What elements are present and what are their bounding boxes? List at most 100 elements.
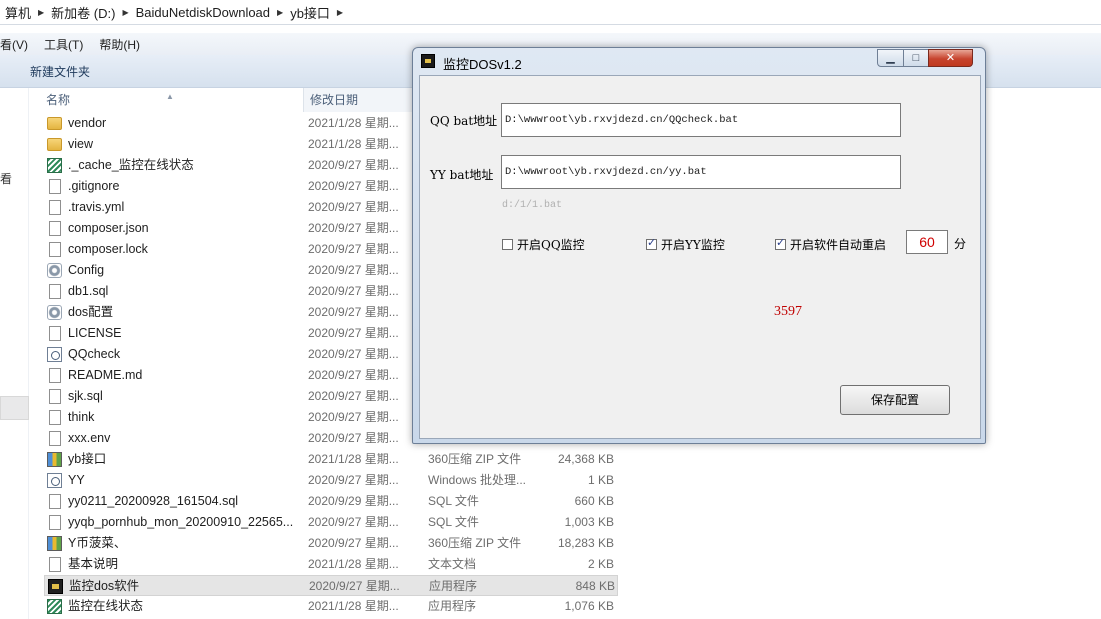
menu-tools[interactable]: 工具(T)	[36, 36, 91, 53]
file-row[interactable]: YY 2020/9/27 星期... Windows 批处理... 1 KB	[44, 470, 618, 491]
menu-help[interactable]: 帮助(H)	[91, 36, 148, 53]
yy-bat-path-input[interactable]: D:\wwwroot\yb.rxvjdezd.cn/yy.bat	[501, 155, 901, 189]
app-icon[interactable]	[421, 54, 435, 68]
file-date: 2020/9/27 星期...	[308, 242, 399, 256]
menu-view[interactable]: 看(V)	[0, 36, 36, 53]
file-size: 1 KB	[587, 473, 614, 487]
nav-item-fragment[interactable]: 看	[0, 170, 12, 187]
file-date: 2020/9/27 星期...	[308, 200, 399, 214]
zip-archive-icon	[47, 536, 62, 551]
file-size: 18,283 KB	[557, 536, 614, 550]
file-row[interactable]: yy0211_20200928_161504.sql 2020/9/29 星期..…	[44, 491, 618, 512]
file-name: dos配置	[68, 305, 114, 319]
file-row[interactable]: yyqb_pornhub_mon_20200910_22565... 2020/9…	[44, 512, 618, 533]
file-name: yy0211_20200928_161504.sql	[68, 494, 239, 508]
minutes-unit-label: 分	[954, 237, 967, 251]
qq-monitor-label: 开启QQ监控	[517, 237, 585, 252]
address-bar[interactable]: 算机 ▶ 新加卷 (D:) ▶ BaiduNetdiskDownload ▶ y…	[0, 0, 1101, 25]
file-date: 2020/9/27 星期...	[308, 431, 399, 445]
breadcrumb-arrow-icon[interactable]: ▶	[36, 8, 46, 17]
breadcrumb-arrow-icon[interactable]: ▶	[335, 8, 345, 17]
file-row[interactable]: yb接口 2021/1/28 星期... 360压缩 ZIP 文件 24,368 KB	[44, 449, 618, 470]
file-name: 监控dos软件	[69, 579, 140, 593]
yy-monitor-checkbox[interactable]: 开启YY监控	[646, 236, 725, 252]
file-type: 文本文档	[428, 557, 477, 571]
file-date: 2021/1/28 星期...	[308, 599, 399, 613]
file-row[interactable]: 基本说明 2021/1/28 星期... 文本文档 2 KB	[44, 554, 618, 575]
file-date: 2020/9/27 星期...	[308, 347, 399, 361]
maximize-button[interactable]: □	[903, 49, 929, 67]
auto-restart-label: 开启软件自动重启	[790, 237, 887, 252]
checkbox-box-icon[interactable]	[646, 236, 657, 250]
file-row[interactable]: Y币菠菜、 2020/9/27 星期... 360压缩 ZIP 文件 18,283 K…	[44, 533, 618, 554]
file-row[interactable]: 监控在线状态 2021/1/28 星期... 应用程序 1,076 KB	[44, 596, 618, 617]
breadcrumb-arrow-icon[interactable]: ▶	[275, 8, 285, 17]
file-name: view	[68, 137, 94, 151]
file-name: Y币菠菜、	[68, 536, 127, 550]
file-date: 2020/9/27 星期...	[308, 410, 399, 424]
file-date: 2020/9/27 星期...	[308, 179, 399, 193]
qq-bat-path-input[interactable]: D:\wwwroot\yb.rxvjdezd.cn/QQcheck.bat	[501, 103, 901, 137]
batch-file-icon	[47, 473, 62, 488]
qq-monitor-checkbox[interactable]: 开启QQ监控	[502, 236, 585, 252]
checkbox-box-icon[interactable]	[502, 238, 513, 250]
file-row[interactable]: 监控dos软件 2020/9/27 星期... 应用程序 848 KB	[44, 575, 618, 596]
qq-bat-label: QQ bat地址	[430, 114, 498, 128]
file-size: 24,368 KB	[557, 452, 614, 466]
nav-selected-item[interactable]	[0, 396, 29, 420]
breadcrumb-drive[interactable]: 新加卷 (D:)	[46, 3, 120, 22]
restart-minutes-input[interactable]: 60	[906, 230, 948, 254]
settings-file-icon	[47, 263, 62, 278]
file-icon	[49, 179, 61, 194]
file-name: 基本说明	[68, 557, 119, 571]
file-icon	[49, 242, 61, 257]
file-date: 2020/9/27 星期...	[308, 368, 399, 382]
file-name: db1.sql	[68, 284, 109, 298]
checkbox-box-icon[interactable]	[775, 236, 786, 250]
breadcrumb-current[interactable]: yb接口	[285, 3, 335, 22]
folder-icon	[47, 117, 62, 130]
cache-file-icon	[47, 599, 62, 614]
file-type: 应用程序	[428, 599, 477, 613]
close-button[interactable]: ✕	[928, 49, 973, 67]
file-type: SQL 文件	[428, 515, 479, 529]
breadcrumb-computer[interactable]: 算机	[0, 3, 36, 22]
minimize-button[interactable]: ▁	[877, 49, 904, 67]
file-date: 2021/1/28 星期...	[308, 557, 399, 571]
file-date: 2021/1/28 星期...	[308, 137, 399, 151]
sort-ascending-icon: ▲	[166, 92, 174, 101]
file-icon	[49, 326, 61, 341]
new-folder-button[interactable]: 新建文件夹	[0, 63, 102, 80]
file-name: sjk.sql	[68, 389, 103, 403]
file-type: Windows 批处理...	[428, 473, 527, 487]
file-name: .gitignore	[68, 179, 120, 193]
file-icon	[49, 431, 61, 446]
settings-file-icon	[47, 305, 62, 320]
breadcrumb-arrow-icon[interactable]: ▶	[120, 8, 130, 17]
file-date: 2020/9/29 星期...	[308, 494, 399, 508]
file-date: 2020/9/27 星期...	[308, 326, 399, 340]
yy-monitor-label: 开启YY监控	[661, 237, 725, 252]
file-name: .travis.yml	[68, 200, 125, 214]
window-titlebar[interactable]: 监控DOSv1.2 ▁ □ ✕	[413, 48, 985, 74]
zip-archive-icon	[47, 452, 62, 467]
file-date: 2020/9/27 星期...	[309, 579, 400, 593]
path-hint: d:/1/1.bat	[502, 200, 563, 211]
save-config-button[interactable]: 保存配置	[840, 385, 950, 415]
file-name: xxx.env	[68, 431, 111, 445]
auto-restart-checkbox[interactable]: 开启软件自动重启	[775, 236, 886, 252]
file-type: 360压缩 ZIP 文件	[428, 536, 522, 550]
window-client-area: QQ bat地址 D:\wwwroot\yb.rxvjdezd.cn/QQche…	[419, 75, 981, 439]
column-date-header[interactable]: 修改日期	[303, 88, 423, 112]
file-icon	[49, 389, 61, 404]
folder-icon	[47, 138, 62, 151]
yy-bat-label: YY bat地址	[430, 168, 494, 182]
file-name: composer.lock	[68, 242, 148, 256]
file-type: 应用程序	[429, 579, 478, 593]
breadcrumb-download[interactable]: BaiduNetdiskDownload	[131, 5, 275, 20]
column-name-header[interactable]: 名称 ▲	[40, 88, 302, 112]
file-date: 2020/9/27 星期...	[308, 536, 399, 550]
file-name: think	[68, 410, 95, 424]
file-date: 2021/1/28 星期...	[308, 116, 399, 130]
navigation-pane[interactable]: 看	[0, 88, 29, 619]
